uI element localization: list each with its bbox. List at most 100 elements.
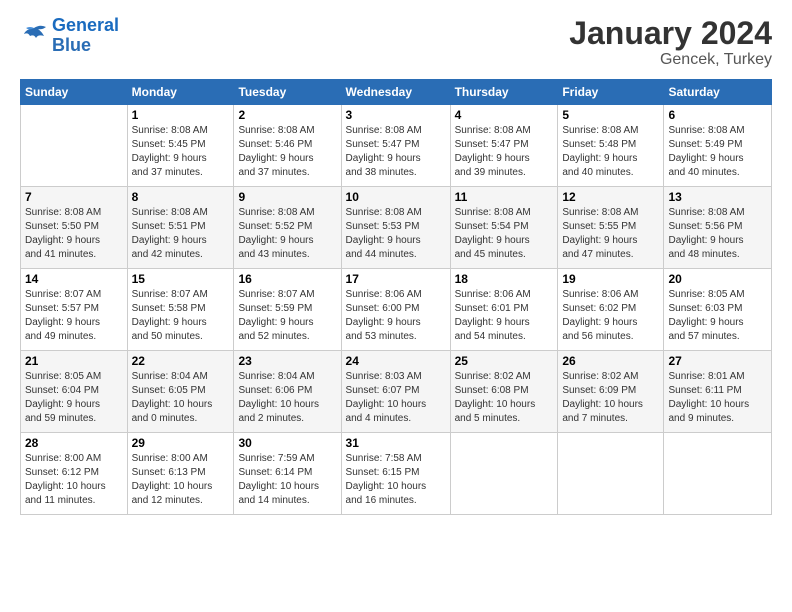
calendar-cell: 23 Sunrise: 8:04 AMSunset: 6:06 PMDayligh… xyxy=(234,351,341,433)
day-detail: Sunrise: 8:07 AMSunset: 5:58 PMDaylight:… xyxy=(132,288,230,344)
day-detail: Sunrise: 8:07 AMSunset: 5:59 PMDaylight:… xyxy=(238,288,336,344)
calendar-cell: 21Sunrise: 8:05 AMSunset: 6:04 PMDayligh… xyxy=(21,351,128,433)
day-number: 20 xyxy=(668,272,767,286)
day-detail: Sunrise: 8:00 AMSunset: 6:12 PMDaylight:… xyxy=(25,452,123,508)
day-detail: Sunrise: 8:08 AMSunset: 5:46 PMDaylight:… xyxy=(238,124,336,180)
day-detail: Sunrise: 8:08 AMSunset: 5:50 PMDaylight:… xyxy=(25,206,123,262)
header-thursday: Thursday xyxy=(450,80,558,105)
calendar-cell: 30Sunrise: 7:59 AMSunset: 6:14 PMDayligh… xyxy=(234,433,341,515)
day-number: 16 xyxy=(238,272,336,286)
day-number: 3 xyxy=(346,108,446,122)
calendar-cell: 3 Sunrise: 8:08 AMSunset: 5:47 PMDaylight… xyxy=(341,105,450,187)
day-number: 10 xyxy=(346,190,446,204)
logo: General Blue xyxy=(20,16,119,56)
day-number: 22 xyxy=(132,354,230,368)
calendar-cell: 17 Sunrise: 8:06 AMSunset: 6:00 PMDayligh… xyxy=(341,269,450,351)
day-number: 29 xyxy=(132,436,230,450)
calendar-cell xyxy=(450,433,558,515)
calendar-cell: 9 Sunrise: 8:08 AMSunset: 5:52 PMDaylight… xyxy=(234,187,341,269)
calendar-cell: 16 Sunrise: 8:07 AMSunset: 5:59 PMDayligh… xyxy=(234,269,341,351)
logo-general: General xyxy=(52,16,119,36)
day-number: 24 xyxy=(346,354,446,368)
day-detail: Sunrise: 8:05 AMSunset: 6:03 PMDaylight:… xyxy=(668,288,767,344)
calendar-cell: 1 Sunrise: 8:08 AMSunset: 5:45 PMDaylight… xyxy=(127,105,234,187)
day-number: 25 xyxy=(455,354,554,368)
logo-icon xyxy=(20,24,48,48)
day-detail: Sunrise: 8:08 AMSunset: 5:53 PMDaylight:… xyxy=(346,206,446,262)
header-row: SundayMondayTuesdayWednesdayThursdayFrid… xyxy=(21,80,772,105)
day-detail: Sunrise: 8:00 AMSunset: 6:13 PMDaylight:… xyxy=(132,452,230,508)
week-row-3: 14 Sunrise: 8:07 AMSunset: 5:57 PMDayligh… xyxy=(21,269,772,351)
calendar-cell: 28 Sunrise: 8:00 AMSunset: 6:12 PMDayligh… xyxy=(21,433,128,515)
day-detail: Sunrise: 8:08 AMSunset: 5:55 PMDaylight:… xyxy=(562,206,659,262)
calendar-cell: 15 Sunrise: 8:07 AMSunset: 5:58 PMDayligh… xyxy=(127,269,234,351)
calendar-cell: 4Sunrise: 8:08 AMSunset: 5:47 PMDaylight… xyxy=(450,105,558,187)
header-friday: Friday xyxy=(558,80,664,105)
day-detail: Sunrise: 8:04 AMSunset: 6:06 PMDaylight:… xyxy=(238,370,336,426)
day-number: 4 xyxy=(455,108,554,122)
day-detail: Sunrise: 8:05 AMSunset: 6:04 PMDaylight:… xyxy=(25,370,123,426)
calendar-cell: 27Sunrise: 8:01 AMSunset: 6:11 PMDayligh… xyxy=(664,351,772,433)
day-number: 13 xyxy=(668,190,767,204)
day-number: 15 xyxy=(132,272,230,286)
calendar-cell: 11 Sunrise: 8:08 AMSunset: 5:54 PMDayligh… xyxy=(450,187,558,269)
logo-blue: Blue xyxy=(52,36,119,56)
day-number: 18 xyxy=(455,272,554,286)
calendar-cell: 31Sunrise: 7:58 AMSunset: 6:15 PMDayligh… xyxy=(341,433,450,515)
day-detail: Sunrise: 8:06 AMSunset: 6:01 PMDaylight:… xyxy=(455,288,554,344)
week-row-4: 21Sunrise: 8:05 AMSunset: 6:04 PMDayligh… xyxy=(21,351,772,433)
day-number: 31 xyxy=(346,436,446,450)
day-detail: Sunrise: 8:04 AMSunset: 6:05 PMDaylight:… xyxy=(132,370,230,426)
day-detail: Sunrise: 8:06 AMSunset: 6:00 PMDaylight:… xyxy=(346,288,446,344)
day-detail: Sunrise: 8:08 AMSunset: 5:54 PMDaylight:… xyxy=(455,206,554,262)
week-row-2: 7Sunrise: 8:08 AMSunset: 5:50 PMDaylight… xyxy=(21,187,772,269)
day-detail: Sunrise: 8:08 AMSunset: 5:56 PMDaylight:… xyxy=(668,206,767,262)
page: General Blue January 2024 Gencek, Turkey… xyxy=(0,0,792,612)
day-number: 12 xyxy=(562,190,659,204)
day-detail: Sunrise: 8:02 AMSunset: 6:08 PMDaylight:… xyxy=(455,370,554,426)
day-number: 30 xyxy=(238,436,336,450)
calendar-subtitle: Gencek, Turkey xyxy=(569,51,772,69)
calendar-cell: 6 Sunrise: 8:08 AMSunset: 5:49 PMDaylight… xyxy=(664,105,772,187)
calendar-table: SundayMondayTuesdayWednesdayThursdayFrid… xyxy=(20,79,772,515)
day-number: 6 xyxy=(668,108,767,122)
calendar-cell: 10 Sunrise: 8:08 AMSunset: 5:53 PMDayligh… xyxy=(341,187,450,269)
day-detail: Sunrise: 8:08 AMSunset: 5:49 PMDaylight:… xyxy=(668,124,767,180)
calendar-cell: 8 Sunrise: 8:08 AMSunset: 5:51 PMDaylight… xyxy=(127,187,234,269)
title-block: January 2024 Gencek, Turkey xyxy=(569,16,772,69)
calendar-cell: 22 Sunrise: 8:04 AMSunset: 6:05 PMDayligh… xyxy=(127,351,234,433)
day-number: 17 xyxy=(346,272,446,286)
day-number: 9 xyxy=(238,190,336,204)
day-number: 26 xyxy=(562,354,659,368)
day-detail: Sunrise: 8:08 AMSunset: 5:45 PMDaylight:… xyxy=(132,124,230,180)
header-sunday: Sunday xyxy=(21,80,128,105)
header-tuesday: Tuesday xyxy=(234,80,341,105)
day-detail: Sunrise: 8:07 AMSunset: 5:57 PMDaylight:… xyxy=(25,288,123,344)
day-detail: Sunrise: 8:08 AMSunset: 5:51 PMDaylight:… xyxy=(132,206,230,262)
day-number: 2 xyxy=(238,108,336,122)
day-number: 1 xyxy=(132,108,230,122)
day-detail: Sunrise: 8:08 AMSunset: 5:47 PMDaylight:… xyxy=(346,124,446,180)
day-detail: Sunrise: 8:08 AMSunset: 5:52 PMDaylight:… xyxy=(238,206,336,262)
calendar-cell: 29 Sunrise: 8:00 AMSunset: 6:13 PMDayligh… xyxy=(127,433,234,515)
header-monday: Monday xyxy=(127,80,234,105)
calendar-cell: 18 Sunrise: 8:06 AMSunset: 6:01 PMDayligh… xyxy=(450,269,558,351)
week-row-1: 1 Sunrise: 8:08 AMSunset: 5:45 PMDaylight… xyxy=(21,105,772,187)
day-detail: Sunrise: 8:03 AMSunset: 6:07 PMDaylight:… xyxy=(346,370,446,426)
day-number: 14 xyxy=(25,272,123,286)
day-number: 8 xyxy=(132,190,230,204)
calendar-cell: 20 Sunrise: 8:05 AMSunset: 6:03 PMDayligh… xyxy=(664,269,772,351)
day-number: 11 xyxy=(455,190,554,204)
day-number: 28 xyxy=(25,436,123,450)
day-number: 23 xyxy=(238,354,336,368)
day-detail: Sunrise: 8:06 AMSunset: 6:02 PMDaylight:… xyxy=(562,288,659,344)
day-detail: Sunrise: 8:08 AMSunset: 5:48 PMDaylight:… xyxy=(562,124,659,180)
calendar-cell: 25 Sunrise: 8:02 AMSunset: 6:08 PMDayligh… xyxy=(450,351,558,433)
calendar-cell: 13 Sunrise: 8:08 AMSunset: 5:56 PMDayligh… xyxy=(664,187,772,269)
calendar-cell: 26Sunrise: 8:02 AMSunset: 6:09 PMDayligh… xyxy=(558,351,664,433)
calendar-cell: 5Sunrise: 8:08 AMSunset: 5:48 PMDaylight… xyxy=(558,105,664,187)
day-number: 19 xyxy=(562,272,659,286)
calendar-cell xyxy=(558,433,664,515)
day-detail: Sunrise: 8:01 AMSunset: 6:11 PMDaylight:… xyxy=(668,370,767,426)
calendar-cell: 7Sunrise: 8:08 AMSunset: 5:50 PMDaylight… xyxy=(21,187,128,269)
